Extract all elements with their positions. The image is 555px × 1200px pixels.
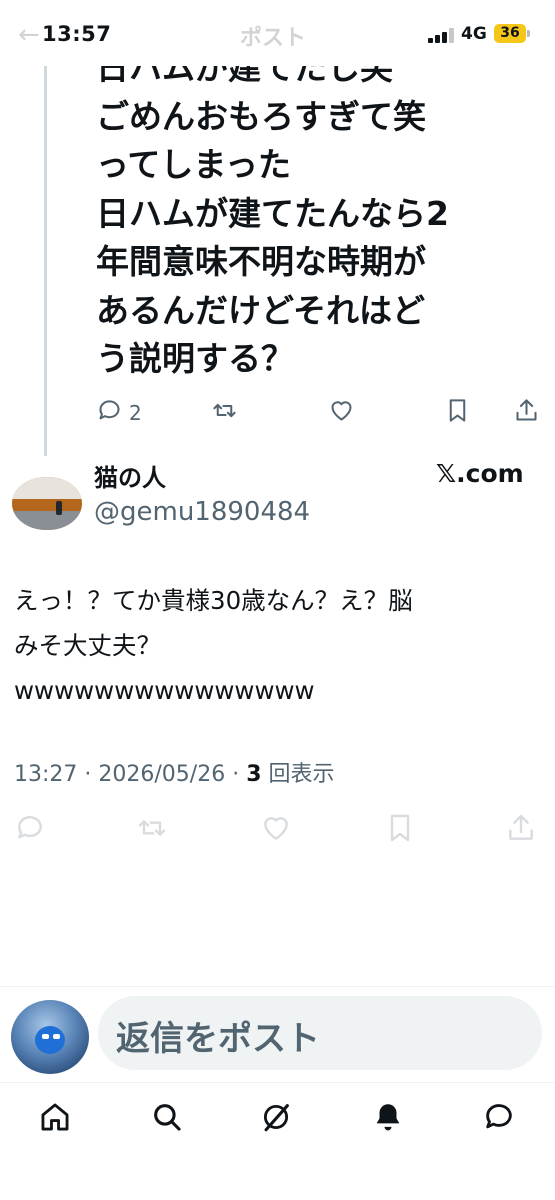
author-avatar[interactable] [12,477,82,530]
share-icon [505,812,537,848]
like-icon [328,397,355,428]
battery-tip [527,30,530,37]
header-title: ポスト [240,26,307,51]
meta-separator: · [232,762,247,787]
source-label: 𝕏.com [436,459,524,488]
share-icon [513,397,540,428]
reply-placeholder[interactable]: 返信をポスト [116,1011,320,1060]
author-display-name[interactable]: 猫の人 [94,458,166,493]
reply-button[interactable] [14,812,46,848]
like-button[interactable] [328,397,355,428]
battery-icon: 36 [494,24,526,43]
cellular-signal-icon [428,27,456,43]
share-button[interactable] [505,812,537,848]
status-time: 13:57 [42,22,112,46]
repost-icon [211,397,238,428]
reply-count: 2 [129,400,142,425]
repost-icon [136,812,168,848]
current-user-avatar[interactable] [11,1000,89,1074]
bookmark-button[interactable] [384,812,416,848]
notifications-icon[interactable] [371,1100,405,1134]
post-actions [14,812,539,846]
avatar-figure [56,501,62,515]
repost-button[interactable] [211,397,238,428]
post-time: 13:27 [14,762,78,787]
previous-post-actions: 2 [96,397,546,431]
post-meta: 13:27 · 2026/05/26 · 3 回表示 [14,756,335,788]
bookmark-icon [444,397,471,428]
author-handle[interactable]: @gemu1890484 [94,497,310,527]
avatar-sky [12,477,82,499]
avatar-ground [12,511,82,530]
share-button[interactable] [513,397,540,428]
post-text: えっ！？てか貴様30歳なん？え？脳 みそ大丈夫？ wwwwwwwwwwwwwww [14,586,413,705]
thread-line [44,66,47,456]
reply-icon [14,812,46,848]
like-icon [260,812,292,848]
status-bar: ← ポスト 13:57 4G 36 [0,0,555,66]
reply-icon [96,397,123,428]
search-icon[interactable] [150,1100,184,1134]
post-date: 2026/05/26 [98,762,226,787]
avatar-face [35,1026,65,1054]
back-arrow-icon[interactable]: ← [18,20,40,50]
grok-icon[interactable] [259,1100,293,1134]
avatar-eye [42,1034,49,1039]
meta-separator: · [84,762,99,787]
previous-post-text: 日ハムが建てたし笑 ごめんおもろすぎて笑 ってしまった 日ハムが建てたんなら2 … [96,48,449,378]
messages-icon[interactable] [482,1100,516,1134]
views-count: 3 [246,762,262,787]
home-icon[interactable] [38,1100,72,1134]
like-button[interactable] [260,812,292,848]
reply-button[interactable]: 2 [96,397,142,428]
avatar-eye [53,1034,60,1039]
network-type: 4G [461,24,487,44]
bookmark-button[interactable] [444,397,471,428]
bookmark-icon [384,812,416,848]
views-label[interactable]: 回表示 [269,762,335,787]
repost-button[interactable] [136,812,168,848]
